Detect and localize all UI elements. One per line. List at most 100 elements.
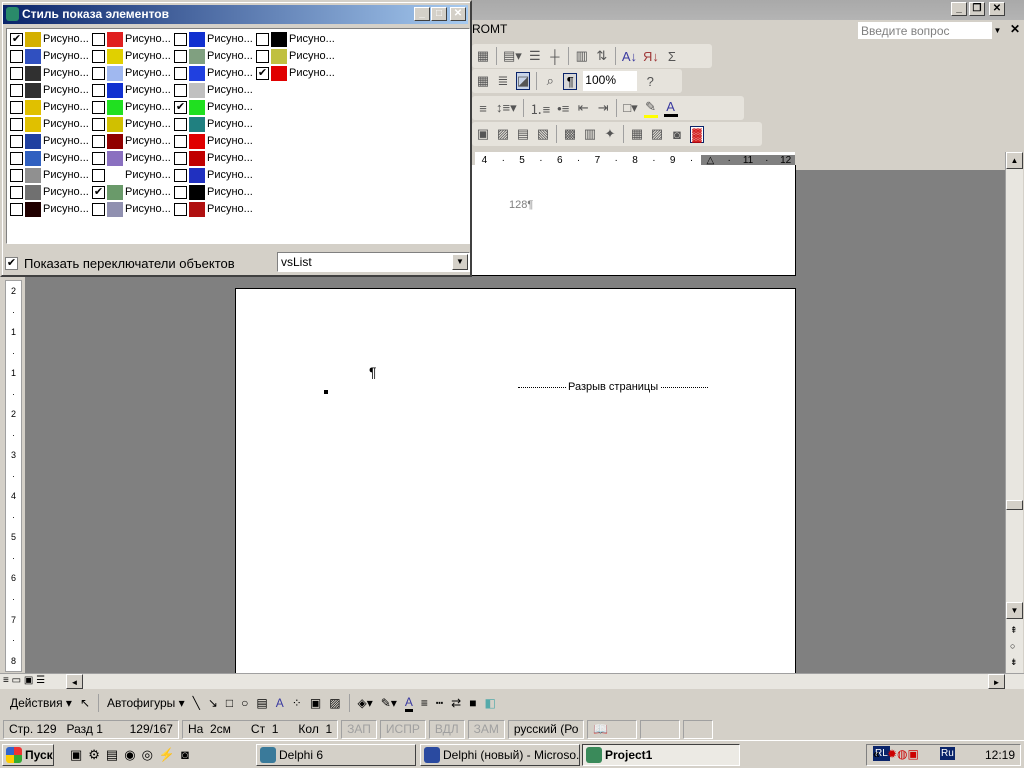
bullets-icon[interactable]: •≡ xyxy=(556,101,570,116)
list-item[interactable]: Рисуно... xyxy=(92,99,171,115)
item-checkbox[interactable] xyxy=(10,66,23,80)
dialog-maximize-button[interactable]: □ xyxy=(431,7,447,21)
vertical-ruler[interactable]: 2 · 1 · 1 · 2 · 3 · 4 · 5 · 6 · 7 · 8 xyxy=(5,280,22,672)
list-item[interactable]: Рисуно... xyxy=(174,48,253,64)
list-item[interactable]: Рисуно... xyxy=(174,133,253,149)
list-item[interactable]: Рисуно... xyxy=(92,48,171,64)
sort-desc-icon[interactable]: Я↓ xyxy=(643,49,659,64)
list-item[interactable]: Рисуно... xyxy=(10,167,89,183)
item-checkbox[interactable] xyxy=(174,66,187,80)
chevron-down-icon[interactable]: ▼ xyxy=(452,254,468,270)
close-help-icon[interactable]: ✕ xyxy=(1010,22,1020,36)
sum-icon[interactable]: Σ xyxy=(665,49,679,64)
item-checkbox[interactable] xyxy=(92,202,105,216)
line-style-icon[interactable]: ≡ xyxy=(421,696,428,710)
list-item[interactable]: Рисуно... xyxy=(92,31,171,47)
taskbar-item[interactable]: Delphi 6 xyxy=(256,744,416,766)
list-item[interactable]: ✔ Рисуно... xyxy=(92,184,171,200)
help-question-input[interactable]: Введите вопрос ▼ xyxy=(857,21,1004,40)
list-item[interactable]: Рисуно... xyxy=(10,116,89,132)
browse-buttons[interactable]: ⇞ ○ ⇟ xyxy=(1010,622,1018,670)
list-item[interactable]: Рисуно... xyxy=(174,201,253,217)
form-icon-9[interactable]: ◙ xyxy=(670,127,684,142)
rectangle-icon[interactable]: □ xyxy=(226,696,233,710)
list-item[interactable]: Рисуно... xyxy=(10,65,89,81)
item-checkbox[interactable] xyxy=(10,202,23,216)
form-icon-4[interactable]: ▧ xyxy=(536,126,550,142)
form-icon-7[interactable]: ▦ xyxy=(630,126,644,142)
show-switches-checkbox[interactable]: ✔ xyxy=(5,257,18,270)
list-item[interactable]: Рисуно... xyxy=(10,201,89,217)
pilcrow-icon[interactable]: ¶ xyxy=(563,72,578,90)
close-button[interactable]: ✕ xyxy=(989,2,1005,16)
item-checkbox[interactable] xyxy=(174,83,187,97)
shadow-icon[interactable]: ■ xyxy=(469,696,476,710)
sort-icon[interactable]: ⇅ xyxy=(595,48,609,64)
scroll-thumb[interactable] xyxy=(1006,500,1023,510)
item-checkbox[interactable] xyxy=(174,202,187,216)
zoom-select[interactable]: 100% xyxy=(583,71,638,91)
excel-icon[interactable]: ▦ xyxy=(476,73,490,89)
tray-language-icon[interactable]: Ru xyxy=(940,747,955,760)
item-checkbox[interactable] xyxy=(92,49,105,63)
item-checkbox[interactable] xyxy=(174,32,187,46)
distribute-cols-icon[interactable]: ┼ xyxy=(548,49,562,64)
align-icon[interactable]: ▤▾ xyxy=(503,48,522,64)
style-combobox[interactable]: vsList ▼ xyxy=(277,252,470,272)
view-buttons[interactable]: ≡ ▭ ▣ ☰ xyxy=(3,675,45,686)
item-checkbox[interactable]: ✔ xyxy=(92,185,105,199)
increase-indent-icon[interactable]: ⇥ xyxy=(596,100,610,116)
list-item[interactable]: Рисуно... xyxy=(174,65,253,81)
fill-color-icon[interactable]: ◈▾ xyxy=(358,696,373,710)
borders-icon[interactable]: □▾ xyxy=(623,100,637,116)
arrow-icon[interactable]: ↘ xyxy=(208,696,218,710)
item-checkbox[interactable] xyxy=(92,168,105,182)
list-item[interactable]: Рисуно... xyxy=(92,201,171,217)
autoshapes-menu[interactable]: Автофигуры ▾ xyxy=(107,696,185,710)
list-item[interactable]: Рисуно... xyxy=(92,167,171,183)
list-item[interactable]: ✔ Рисуно... xyxy=(10,31,89,47)
list-item[interactable]: Рисуно... xyxy=(92,82,171,98)
item-checkbox[interactable] xyxy=(92,134,105,148)
line-spacing-icon[interactable]: ↕≡▾ xyxy=(496,100,517,116)
start-button[interactable]: Пуск xyxy=(2,744,54,766)
restore-button[interactable]: ❐ xyxy=(969,2,985,16)
font-color-icon[interactable]: A xyxy=(663,99,678,117)
minimize-button[interactable]: _ xyxy=(951,2,967,16)
item-checkbox[interactable] xyxy=(92,83,105,97)
item-checkbox[interactable] xyxy=(256,49,269,63)
item-checkbox[interactable] xyxy=(92,151,105,165)
dialog-close-button[interactable]: ✕ xyxy=(450,7,466,21)
item-checkbox[interactable] xyxy=(92,66,105,80)
clipart-icon[interactable]: ▣ xyxy=(310,696,321,710)
list-item[interactable]: Рисуно... xyxy=(92,150,171,166)
dialog-minimize-button[interactable]: _ xyxy=(414,7,430,21)
drawing-icon[interactable]: ◪ xyxy=(516,72,531,90)
decrease-indent-icon[interactable]: ⇤ xyxy=(576,100,590,116)
item-checkbox[interactable]: ✔ xyxy=(10,32,23,46)
dash-style-icon[interactable]: ┅ xyxy=(436,696,443,710)
menu-item-promt[interactable]: ROMT xyxy=(472,22,507,36)
oval-icon[interactable]: ○ xyxy=(241,696,248,710)
item-checkbox[interactable] xyxy=(10,49,23,63)
textbox-icon[interactable]: ▤ xyxy=(256,696,267,710)
3d-icon[interactable]: ◧ xyxy=(484,696,495,710)
taskbar-item[interactable]: Delphi (новый) - Microso... xyxy=(420,744,580,766)
item-checkbox[interactable] xyxy=(174,151,187,165)
line-icon[interactable]: ╲ xyxy=(193,696,200,710)
item-checkbox[interactable] xyxy=(92,117,105,131)
tray-expand-icon[interactable]: « xyxy=(873,747,880,761)
picture-icon[interactable]: ▨ xyxy=(329,696,340,710)
map-icon[interactable]: ▓ xyxy=(690,125,704,143)
page-129[interactable]: ¶ Разрыв страницы xyxy=(235,288,796,678)
columns-icon[interactable]: ≣ xyxy=(496,73,510,89)
autoformat-icon[interactable]: ▥ xyxy=(575,48,589,64)
quick-launch[interactable]: ▣⚙▤◉◎⚡◙ xyxy=(70,747,195,763)
form-icon-8[interactable]: ▨ xyxy=(650,126,664,142)
book-icon[interactable]: 📖 xyxy=(587,720,638,739)
item-checkbox[interactable] xyxy=(92,32,105,46)
item-checkbox[interactable] xyxy=(10,100,23,114)
form-icon-3[interactable]: ▤ xyxy=(516,126,530,142)
list-item[interactable]: ✔ Рисуно... xyxy=(174,99,253,115)
item-checkbox[interactable] xyxy=(174,134,187,148)
